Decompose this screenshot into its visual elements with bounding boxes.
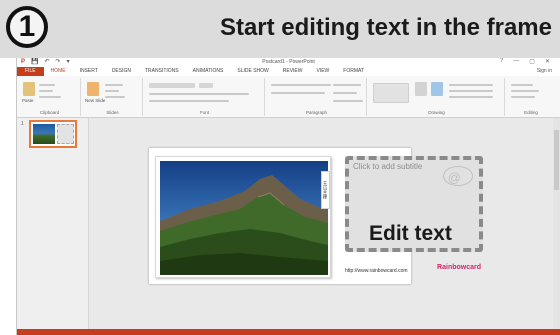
group-label-clipboard: Clipboard <box>39 110 60 115</box>
ribbon-group-slides: New Slide Slides <box>83 78 143 116</box>
format-painter-button[interactable] <box>39 96 61 98</box>
shapes-gallery[interactable] <box>373 83 409 103</box>
tab-view[interactable]: VIEW <box>310 67 337 76</box>
brand-logo: Rainbowcard <box>437 264 481 271</box>
slide-canvas[interactable]: 玉山主峰 Click to add subtitle @ Edit text h… <box>149 148 483 284</box>
tab-transitions[interactable]: TRANSITIONS <box>138 67 186 76</box>
layout-button[interactable] <box>105 84 123 86</box>
list-buttons[interactable] <box>271 84 331 86</box>
arrange-icon[interactable] <box>415 82 427 96</box>
new-slide-label: New Slide <box>85 98 106 103</box>
find-button[interactable] <box>511 84 533 86</box>
ribbon-group-drawing: Drawing <box>369 78 505 116</box>
section-button[interactable] <box>105 96 125 98</box>
window-title: Postcard1 - PowerPoint <box>262 59 315 65</box>
close-icon[interactable]: ✕ <box>545 58 550 65</box>
subtitle-text-frame[interactable]: Click to add subtitle @ Edit text <box>345 156 483 252</box>
tab-format[interactable]: FORMAT <box>336 67 371 76</box>
shape-effects-button[interactable] <box>449 96 493 98</box>
step-number-badge: 1 <box>6 6 48 48</box>
title-bar: P 💾 ↶ ↷ ▾ Postcard1 - PowerPoint ? — ▢ ✕ <box>17 58 560 67</box>
shape-outline-button[interactable] <box>449 90 493 92</box>
tab-file[interactable]: FILE <box>17 67 44 76</box>
workspace: 1 玉山主峰 Click to add subtitle @ Edit text… <box>17 118 560 329</box>
font-format-buttons[interactable] <box>149 93 249 95</box>
tab-review[interactable]: REVIEW <box>276 67 310 76</box>
banner-title: Start editing text in the frame <box>219 14 552 41</box>
vertical-scrollbar[interactable] <box>553 118 560 329</box>
postmark-icon: @ <box>447 170 461 185</box>
group-label-drawing: Drawing <box>428 110 445 115</box>
reset-button[interactable] <box>105 90 119 92</box>
tab-insert[interactable]: INSERT <box>73 67 105 76</box>
ribbon: Paste Clipboard New Slide Slides Font Pa… <box>17 76 560 118</box>
minimize-icon[interactable]: — <box>513 58 519 65</box>
postcard-footer: http://www.rainbowcard.com Rainbowcard <box>345 256 483 282</box>
status-bar <box>17 329 560 335</box>
paste-label: Paste <box>22 98 34 103</box>
font-name-select[interactable] <box>149 83 195 88</box>
group-label-slides: Slides <box>106 110 119 115</box>
group-label-font: Font <box>199 110 209 115</box>
slide-thumbnail[interactable] <box>29 120 77 148</box>
copy-button[interactable] <box>39 90 53 92</box>
ribbon-group-font: Font <box>145 78 265 116</box>
align-text-button[interactable] <box>333 92 357 94</box>
thumbnail-text-frame <box>57 124 74 144</box>
ribbon-group-paragraph: Paragraph <box>267 78 367 116</box>
edit-text-callout: Edit text <box>369 222 452 245</box>
subtitle-placeholder[interactable]: Click to add subtitle <box>353 162 422 171</box>
shape-fill-button[interactable] <box>449 84 493 86</box>
instruction-banner: 1 Start editing text in the frame <box>0 0 560 58</box>
select-button[interactable] <box>511 96 535 98</box>
maximize-icon[interactable]: ▢ <box>529 58 535 65</box>
thumbnail-photo <box>33 124 55 144</box>
thumbnail-slide-number: 1 <box>21 121 24 127</box>
group-label-paragraph: Paragraph <box>305 110 327 115</box>
tab-design[interactable]: DESIGN <box>105 67 138 76</box>
ribbon-group-editing: Editing <box>507 78 555 116</box>
help-icon[interactable]: ? <box>500 58 503 65</box>
mountain-photo[interactable]: 玉山主峰 <box>155 156 331 278</box>
window-controls: ? — ▢ ✕ <box>500 58 550 65</box>
sign-in-link[interactable]: Sign in <box>537 68 552 74</box>
scrollbar-thumb[interactable] <box>554 130 559 190</box>
font-color-buttons[interactable] <box>149 100 229 102</box>
text-direction-button[interactable] <box>333 84 361 86</box>
smartart-button[interactable] <box>333 100 363 102</box>
footer-url: http://www.rainbowcard.com <box>345 268 408 274</box>
font-size-select[interactable] <box>199 83 213 88</box>
mountain-landscape-image <box>160 161 328 275</box>
vertical-caption-box[interactable]: 玉山主峰 <box>321 171 330 209</box>
powerpoint-window: P 💾 ↶ ↷ ▾ Postcard1 - PowerPoint ? — ▢ ✕… <box>16 58 560 335</box>
paste-icon[interactable] <box>23 82 35 96</box>
tab-animations[interactable]: ANIMATIONS <box>186 67 231 76</box>
quick-styles-icon[interactable] <box>431 82 443 96</box>
group-label-editing: Editing <box>524 110 538 115</box>
tab-slide-show[interactable]: SLIDE SHOW <box>230 67 275 76</box>
new-slide-icon[interactable] <box>87 82 99 96</box>
align-buttons[interactable] <box>271 92 325 94</box>
ribbon-group-clipboard: Paste Clipboard <box>19 78 81 116</box>
cut-button[interactable] <box>39 84 55 86</box>
ribbon-tab-bar: FILE HOME INSERT DESIGN TRANSITIONS ANIM… <box>17 67 560 76</box>
tab-home[interactable]: HOME <box>44 67 73 76</box>
slide-thumbnail-pane: 1 <box>17 118 89 329</box>
replace-button[interactable] <box>511 90 539 92</box>
